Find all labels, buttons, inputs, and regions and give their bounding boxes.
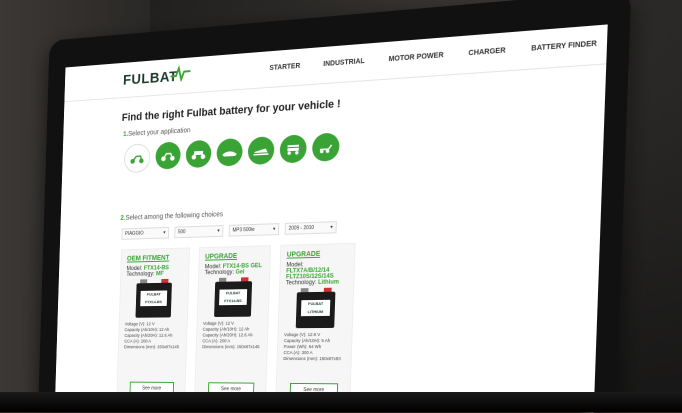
nav-links: STARTER INDUSTRIAL MOTOR POWER CHARGER B… — [269, 40, 597, 72]
top-nav: FULBAT STARTER INDUSTRIAL MOTOR POWER CH… — [64, 24, 608, 103]
card-tech-value: Lithium — [317, 279, 340, 286]
lawnmower-icon[interactable] — [311, 132, 340, 162]
battery-label: FULBAT FTX14-BS — [219, 289, 248, 306]
displacement-select[interactable]: 500 ▾ — [174, 225, 224, 239]
laptop-keyboard-edge — [0, 392, 682, 412]
battery-image: FULBAT FTX14-BS — [135, 278, 172, 318]
card-tag[interactable]: UPGRADE — [287, 250, 349, 259]
battery-terminal-positive — [240, 277, 249, 282]
step2-text: Select among the following choices — [125, 211, 224, 222]
card-tech-value: MF — [155, 271, 164, 278]
model-select-value: MP3 500ie — [232, 226, 255, 234]
card-tech-value: Gel — [235, 269, 245, 276]
snowmobile-icon[interactable] — [247, 136, 275, 166]
step1-label: 1.Select your application — [123, 127, 191, 138]
battery-label: FULBAT FTX14-BS — [140, 290, 168, 307]
chevron-down-icon: ▾ — [330, 224, 333, 231]
battery-terminal-negative — [218, 277, 227, 282]
battery-image: FULBAT LITHIUM — [295, 287, 336, 329]
battery-card-oem: OEM FITMENT Model: FTX14-BS Technology: … — [116, 247, 191, 403]
battery-terminal-negative — [140, 279, 148, 284]
card-model-value: FLTX7A/B/12/14 FLTZ10S/12S/14S — [285, 267, 334, 281]
card-model: Model: FLTX7A/B/12/14 FLTZ10S/12S/14S — [286, 261, 348, 280]
card-tech: Technology: MF — [126, 271, 183, 278]
atv-icon[interactable] — [185, 139, 212, 169]
vehicle-selects: PIAGGIO ▾ 500 ▾ MP3 500ie ▾ 2009 - 2010 ▾ — [121, 221, 337, 240]
chevron-down-icon: ▾ — [217, 228, 220, 235]
nav-link-charger[interactable]: CHARGER — [468, 47, 505, 57]
logo-wave-icon — [170, 63, 190, 82]
card-specs: Voltage (V): 12.8 V Capacity (Ah/10H): 5… — [283, 332, 346, 362]
battery-card-upgrade-gel: UPGRADE Model: FTX14-BS GEL Technology: … — [194, 245, 272, 404]
year-select-value: 2009 - 2010 — [288, 224, 315, 232]
scooter-icon[interactable] — [123, 143, 151, 174]
motorbike-icon[interactable] — [155, 141, 181, 170]
step1-text: Select your application — [128, 127, 191, 138]
card-tech-label: Technology: — [204, 269, 234, 277]
card-tech-label: Technology: — [285, 279, 317, 287]
step2-label: 2.Select among the following choices — [120, 211, 223, 222]
chevron-down-icon: ▾ — [163, 229, 166, 236]
spec-dimensions: Dimensions (mm): 150x87x93 — [283, 356, 341, 362]
golf-cart-icon[interactable] — [279, 134, 307, 164]
jetski-icon[interactable] — [216, 137, 243, 167]
laptop-screen: FULBAT STARTER INDUSTRIAL MOTOR POWER CH… — [54, 24, 608, 413]
battery-terminal-positive — [161, 278, 169, 283]
chevron-down-icon: ▾ — [272, 226, 276, 233]
card-specs: Voltage (V): 12 V Capacity (Ah/10H): 12 … — [124, 321, 181, 350]
card-tech: Technology: Lithium — [285, 279, 348, 287]
card-tech-label: Technology: — [126, 271, 155, 278]
card-tag[interactable]: OEM FITMENT — [127, 254, 184, 263]
spec-dimensions: Dimensions (mm): 150x87x145 — [202, 344, 260, 350]
battery-terminal-negative — [300, 288, 309, 293]
nav-link-battery-finder[interactable]: BATTERY FINDER — [531, 40, 597, 52]
application-icons — [123, 132, 340, 174]
card-specs: Voltage (V): 12 V Capacity (Ah/10H): 12 … — [202, 320, 262, 350]
battery-card-upgrade-lithium: UPGRADE Model: FLTX7A/B/12/14 FLTZ10S/12… — [275, 242, 356, 405]
battery-label: FULBAT LITHIUM — [300, 299, 331, 317]
model-select[interactable]: MP3 500ie ▾ — [228, 223, 280, 237]
nav-link-motor-power[interactable]: MOTOR POWER — [388, 52, 443, 63]
battery-image: FULBAT FTX14-BS — [214, 277, 253, 317]
battery-cards: OEM FITMENT Model: FTX14-BS Technology: … — [116, 242, 356, 405]
laptop: FULBAT STARTER INDUSTRIAL MOTOR POWER CH… — [0, 0, 682, 413]
nav-link-starter[interactable]: STARTER — [269, 63, 300, 72]
card-tag[interactable]: UPGRADE — [205, 252, 264, 261]
card-tech: Technology: Gel — [204, 269, 263, 277]
page-title: Find the right Fulbat battery for your v… — [121, 98, 341, 124]
year-select[interactable]: 2009 - 2010 ▾ — [284, 221, 337, 235]
displacement-select-value: 500 — [177, 229, 186, 236]
brand-select[interactable]: PIAGGIO ▾ — [121, 226, 170, 240]
brand-select-value: PIAGGIO — [124, 230, 144, 237]
spec-dimensions: Dimensions (mm): 150x87x145 — [124, 344, 180, 350]
battery-terminal-positive — [323, 287, 332, 292]
nav-link-industrial[interactable]: INDUSTRIAL — [323, 58, 365, 68]
laptop-bezel: FULBAT STARTER INDUSTRIAL MOTOR POWER CH… — [38, 0, 632, 413]
